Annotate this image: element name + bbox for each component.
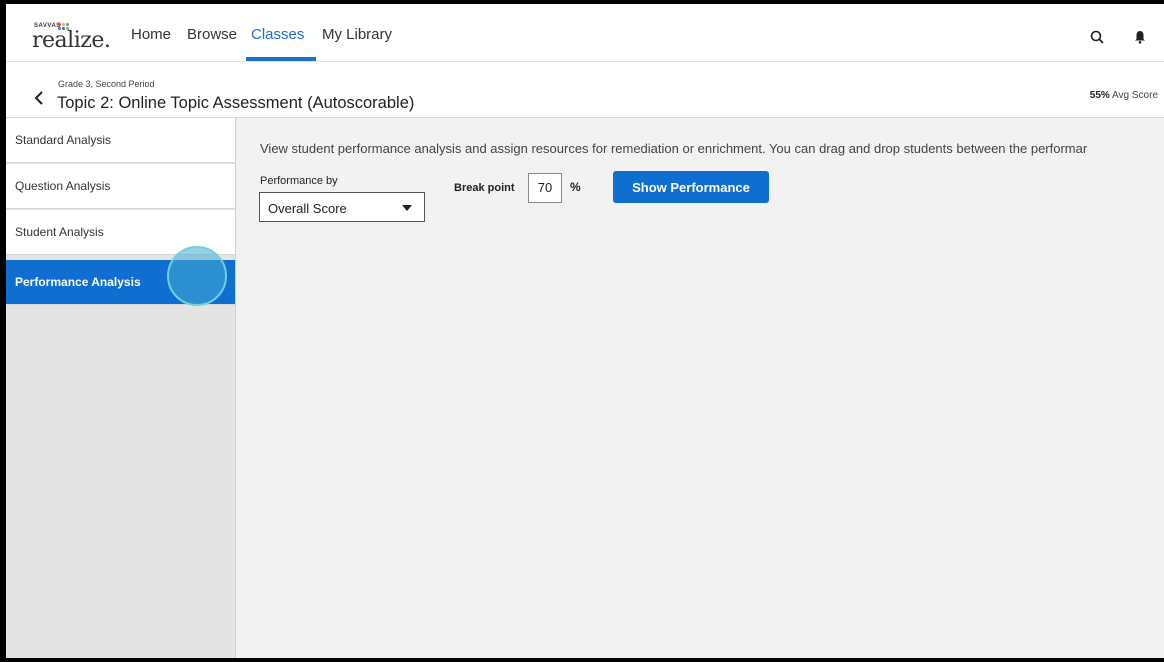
percent-sign: % <box>570 180 581 194</box>
breakpoint-input[interactable]: 70 <box>528 173 562 203</box>
performance-by-value: Overall Score <box>268 201 347 216</box>
performance-by-label: Performance by <box>260 175 338 187</box>
sidebar-item-standard-analysis[interactable]: Standard Analysis <box>6 118 235 163</box>
avg-score: 55% Avg Score <box>1090 90 1158 101</box>
realize-logo[interactable]: SAVVAS realize. <box>32 20 122 53</box>
nav-browse[interactable]: Browse <box>187 26 237 43</box>
top-navigation: SAVVAS realize. Home Browse Classes My L… <box>6 4 1164 62</box>
avg-score-value: 55% <box>1089 90 1110 101</box>
avg-score-label: Avg Score <box>1112 90 1158 101</box>
caret-down-icon <box>402 205 412 211</box>
app-window: SAVVAS realize. Home Browse Classes My L… <box>6 4 1164 658</box>
main-content: View student performance analysis and as… <box>236 118 1164 658</box>
breakpoint-label: Break point <box>454 182 515 194</box>
nav-my-library[interactable]: My Library <box>322 26 392 43</box>
click-indicator <box>167 246 227 306</box>
nav-home[interactable]: Home <box>131 26 171 43</box>
breadcrumb[interactable]: Grade 3, Second Period <box>58 79 155 89</box>
sidebar-item-question-analysis[interactable]: Question Analysis <box>6 164 235 209</box>
performance-by-select[interactable]: Overall Score <box>259 192 425 222</box>
show-performance-button[interactable]: Show Performance <box>613 171 769 203</box>
assessment-header: Grade 3, Second Period Topic 2: Online T… <box>6 62 1164 118</box>
bell-icon[interactable] <box>1134 30 1146 44</box>
active-nav-underline <box>246 57 316 61</box>
description-text: View student performance analysis and as… <box>260 141 1088 156</box>
nav-classes[interactable]: Classes <box>251 26 304 43</box>
analysis-sidebar: Standard Analysis Question Analysis Stud… <box>6 118 236 658</box>
page-title: Topic 2: Online Topic Assessment (Autosc… <box>57 94 415 112</box>
logo-word: realize. <box>32 28 111 53</box>
back-chevron-icon[interactable] <box>34 91 44 105</box>
search-icon[interactable] <box>1090 30 1104 44</box>
